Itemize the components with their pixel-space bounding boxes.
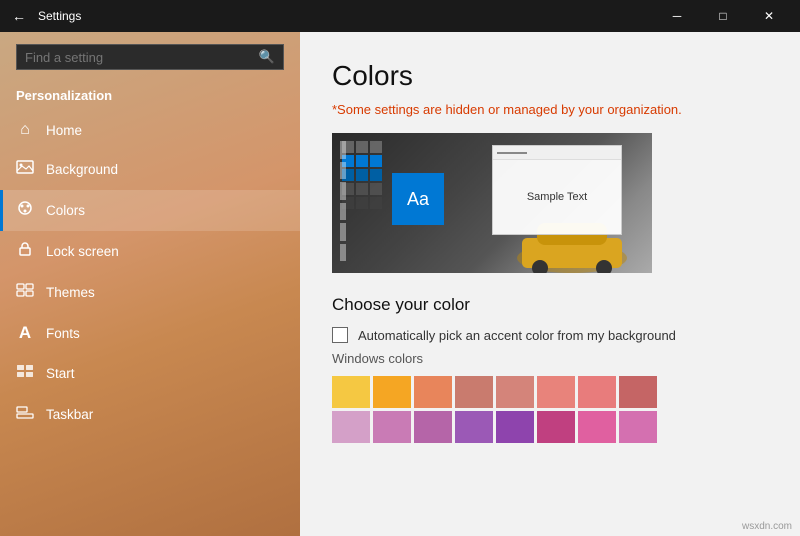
sidebar-item-start[interactable]: Start xyxy=(0,353,300,394)
color-swatch-magenta[interactable] xyxy=(537,411,575,443)
sidebar-label-colors: Colors xyxy=(46,203,85,218)
preview-window-line xyxy=(497,152,527,154)
background-icon xyxy=(16,159,34,180)
preview-window-titlebar xyxy=(493,146,621,160)
app-title: Settings xyxy=(38,9,81,23)
color-preview: Aa Sample Text xyxy=(332,133,652,273)
sidebar-item-lockscreen[interactable]: Lock screen xyxy=(0,231,300,272)
fonts-icon: A xyxy=(16,323,34,343)
minimize-button[interactable]: ─ xyxy=(654,0,700,32)
search-input[interactable] xyxy=(25,50,253,65)
window-controls: ─ □ ✕ xyxy=(654,0,792,32)
sidebar-label-fonts: Fonts xyxy=(46,326,80,341)
sidebar-label-themes: Themes xyxy=(46,285,95,300)
color-swatch-brick[interactable] xyxy=(619,376,657,408)
sidebar-label-start: Start xyxy=(46,366,75,381)
title-bar: ← Settings ─ □ ✕ xyxy=(0,0,800,32)
sidebar-item-home[interactable]: ⌂ Home xyxy=(0,111,300,149)
color-swatch-purple[interactable] xyxy=(455,411,493,443)
color-swatch-violet[interactable] xyxy=(414,411,452,443)
search-icon: 🔍 xyxy=(259,49,275,65)
color-row-2 xyxy=(332,411,768,443)
watermark: wsxdn.com xyxy=(742,521,792,532)
color-row-1 xyxy=(332,376,768,408)
windows-colors-label: Windows colors xyxy=(332,351,768,366)
themes-icon xyxy=(16,282,34,303)
close-button[interactable]: ✕ xyxy=(746,0,792,32)
color-swatch-rose[interactable] xyxy=(496,376,534,408)
color-swatch-yellow[interactable] xyxy=(332,376,370,408)
sidebar-item-themes[interactable]: Themes xyxy=(0,272,300,313)
color-grid xyxy=(332,376,768,443)
sidebar-item-background[interactable]: Background xyxy=(0,149,300,190)
preview-window: Sample Text xyxy=(492,145,622,235)
sidebar-label-lockscreen: Lock screen xyxy=(46,244,119,259)
org-warning: *Some settings are hidden or managed by … xyxy=(332,102,768,117)
title-bar-left: ← Settings xyxy=(8,6,81,26)
sidebar-item-fonts[interactable]: A Fonts xyxy=(0,313,300,353)
sidebar-label-home: Home xyxy=(46,123,82,138)
color-swatch-light-red[interactable] xyxy=(578,376,616,408)
app-body: 🔍 Personalization ⌂ Home Background Colo… xyxy=(0,32,800,536)
preview-window-content: Sample Text xyxy=(493,160,621,234)
page-title: Colors xyxy=(332,60,768,92)
color-swatch-orchid[interactable] xyxy=(619,411,657,443)
home-icon: ⌂ xyxy=(16,121,34,139)
color-swatch-lavender[interactable] xyxy=(332,411,370,443)
back-button[interactable]: ← xyxy=(8,6,30,26)
preview-left-strip xyxy=(340,141,346,261)
preview-aa-box: Aa xyxy=(392,173,444,225)
maximize-button[interactable]: □ xyxy=(700,0,746,32)
auto-accent-checkbox[interactable] xyxy=(332,327,348,343)
main-content: Colors *Some settings are hidden or mana… xyxy=(300,32,800,536)
taskbar-icon xyxy=(16,404,34,425)
sidebar-label-background: Background xyxy=(46,162,118,177)
color-swatch-salmon[interactable] xyxy=(414,376,452,408)
sidebar-label-taskbar: Taskbar xyxy=(46,407,93,422)
color-swatch-coral[interactable] xyxy=(537,376,575,408)
sidebar: 🔍 Personalization ⌂ Home Background Colo… xyxy=(0,32,300,536)
sidebar-item-taskbar[interactable]: Taskbar xyxy=(0,394,300,435)
lockscreen-icon xyxy=(16,241,34,262)
sidebar-section-label: Personalization xyxy=(0,82,300,111)
start-icon xyxy=(16,363,34,384)
color-swatch-orange[interactable] xyxy=(373,376,411,408)
choose-color-title: Choose your color xyxy=(332,295,768,315)
auto-accent-label: Automatically pick an accent color from … xyxy=(358,328,676,343)
sidebar-item-colors[interactable]: Colors xyxy=(0,190,300,231)
color-swatch-medium-purple[interactable] xyxy=(373,411,411,443)
preview-tile-grid xyxy=(342,141,382,209)
color-swatch-dark-purple[interactable] xyxy=(496,411,534,443)
search-box[interactable]: 🔍 xyxy=(16,44,284,70)
colors-icon xyxy=(16,200,34,221)
sample-text: Sample Text xyxy=(527,191,587,203)
color-swatch-dusty-rose[interactable] xyxy=(455,376,493,408)
color-swatch-pink[interactable] xyxy=(578,411,616,443)
auto-accent-row: Automatically pick an accent color from … xyxy=(332,327,768,343)
